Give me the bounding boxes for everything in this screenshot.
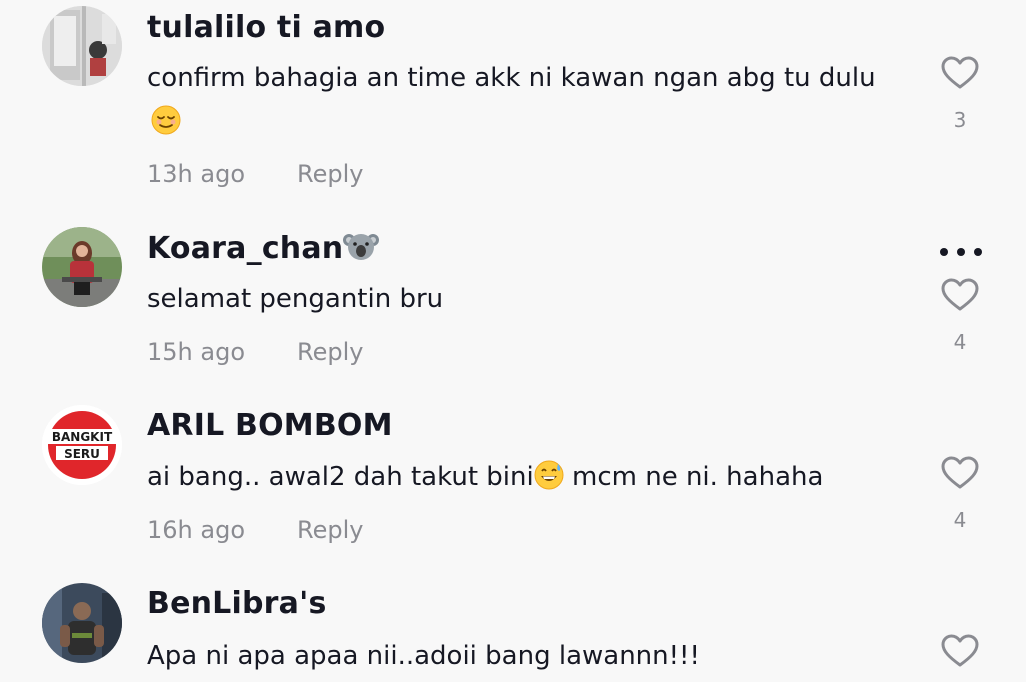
reply-button[interactable]: Reply [297,516,363,544]
comment-text-before: ai bang.. awal2 dah takut bini [147,462,534,492]
comment-text-content: confirm bahagia an time akk ni kawan nga… [147,63,876,93]
like-count: 4 [953,330,967,354]
avatar[interactable] [42,6,122,86]
more-options-button[interactable] [938,244,984,258]
avatar[interactable] [42,583,122,663]
comment-meta: 16h ago Reply [147,516,363,544]
heart-outline-icon [941,456,979,489]
heart-outline-icon [941,278,979,311]
avatar-logo-bottom-text: SERU [64,447,100,461]
timestamp: 16h ago [147,516,246,544]
like-count: 3 [953,108,967,132]
koala-emoji-icon [343,230,380,270]
username[interactable]: tulalilo ti amo [147,10,385,45]
comment-item: tulalilo ti amo confirm bahagia an time … [0,0,1026,200]
comment-text: ai bang.. awal2 dah takut bini mcm ne ni… [147,455,907,504]
grinning-face-with-sweat-emoji-icon [534,460,564,504]
like-button[interactable] [940,56,980,90]
timestamp: 13h ago [147,160,246,188]
like-button[interactable] [940,456,980,490]
username-text: Koara_chan [147,231,344,266]
comment-meta: 15h ago Reply [147,338,363,366]
comment-text-after: mcm ne ni. hahaha [563,462,824,492]
like-button[interactable] [940,634,980,668]
heart-outline-icon [941,56,979,89]
reply-button[interactable]: Reply [297,338,363,366]
username[interactable]: Koara_chan [147,230,380,270]
comment-meta: 13h ago Reply [147,160,363,188]
like-button[interactable] [940,278,980,312]
heart-outline-icon [941,634,979,667]
username[interactable]: ARIL BOMBOM [147,408,393,443]
username[interactable]: BenLibra's [147,586,327,621]
avatar[interactable]: BANGKIT SERU [42,405,122,485]
avatar[interactable] [42,227,122,307]
timestamp: 15h ago [147,338,246,366]
like-count: 4 [953,508,967,532]
avatar-logo-top-text: BANGKIT [52,430,113,444]
relieved-face-emoji-icon [151,105,181,149]
comment-text: selamat pengantin bru [147,284,444,314]
reply-button[interactable]: Reply [297,160,363,188]
comment-text: Apa ni apa apaa nii..adoii bang lawannn!… [147,641,700,671]
comment-text: confirm bahagia an time akk ni kawan nga… [147,56,907,149]
